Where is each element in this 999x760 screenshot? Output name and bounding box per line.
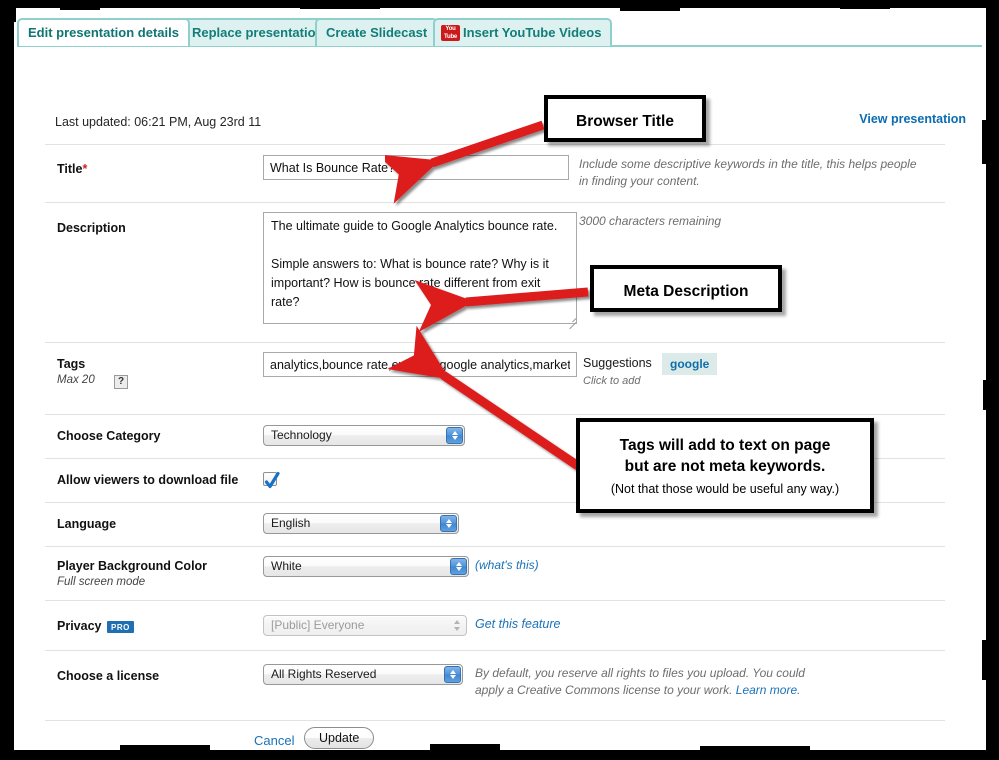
- category-select-value: Technology: [271, 428, 332, 442]
- suggestion-chip-google[interactable]: google: [662, 353, 718, 375]
- language-select-value: English: [271, 516, 311, 530]
- row-tags: Tags Max 20 ? Suggestions Click to add g…: [45, 342, 945, 414]
- callout-tags-line2: but are not meta keywords.: [624, 458, 826, 475]
- player-background-label: Player Background Color: [57, 559, 208, 573]
- callout-tags: Tags will add to text on page but are no…: [576, 418, 874, 513]
- allow-download-label: Allow viewers to download file: [57, 473, 239, 487]
- tags-help-icon[interactable]: ?: [114, 375, 128, 389]
- player-background-sublabel: Full screen mode: [57, 576, 146, 588]
- description-label: Description: [57, 221, 126, 235]
- edit-details-form: View presentation Last updated: 06:21 PM…: [9, 48, 982, 752]
- chevron-updown-icon: [448, 617, 465, 634]
- privacy-select-value: [Public] Everyone: [271, 618, 365, 632]
- get-this-feature-link[interactable]: Get this feature: [475, 617, 560, 631]
- view-presentation-link[interactable]: View presentation: [859, 112, 966, 126]
- title-hint: Include some descriptive keywords in the…: [579, 157, 917, 188]
- license-select[interactable]: All Rights Reserved: [263, 664, 463, 685]
- description-char-counter: 3000 characters remaining: [579, 214, 722, 228]
- whats-this-link[interactable]: (what's this): [475, 558, 539, 572]
- learn-more-link[interactable]: Learn more.: [736, 683, 801, 697]
- torn-frame: Edit presentation details Replace presen…: [0, 0, 999, 760]
- description-field[interactable]: [263, 212, 577, 324]
- checkmark-icon: [264, 471, 280, 489]
- tear-right: [986, 0, 999, 760]
- update-button[interactable]: Update: [304, 727, 375, 749]
- title-field[interactable]: [263, 155, 569, 180]
- privacy-label: Privacy: [57, 619, 102, 633]
- tab-create-slidecast[interactable]: Create Slidecast: [315, 18, 439, 46]
- license-label: Choose a license: [57, 669, 160, 683]
- row-privacy: Privacy PRO [Public] Everyone Get this f…: [45, 600, 945, 650]
- category-label: Choose Category: [57, 429, 161, 443]
- row-description: Description 3000 characters remaining: [45, 202, 945, 342]
- title-label: Title*: [57, 162, 88, 176]
- tab-edit-presentation-details[interactable]: Edit presentation details: [17, 18, 190, 46]
- player-background-select-value: White: [271, 559, 302, 573]
- chevron-updown-icon: [444, 666, 461, 683]
- tab-bar: Edit presentation details Replace presen…: [9, 9, 982, 47]
- tags-max-label: Max 20: [57, 374, 95, 386]
- chevron-updown-icon: [450, 558, 467, 575]
- last-updated-text: Last updated: 06:21 PM, Aug 23rd 11: [55, 115, 262, 129]
- tab-insert-youtube-videos[interactable]: You Tube Insert YouTube Videos: [433, 18, 613, 46]
- callout-tags-line3: (Not that those would be useful any way.…: [610, 482, 840, 496]
- row-license: Choose a license All Rights Reserved By …: [45, 650, 945, 720]
- required-asterisk: *: [82, 162, 88, 176]
- callout-tags-line1: Tags will add to text on page: [619, 437, 831, 454]
- footer-divider: [45, 720, 945, 722]
- tags-label: Tags: [57, 357, 86, 371]
- language-select[interactable]: English: [263, 513, 459, 534]
- license-select-value: All Rights Reserved: [271, 667, 377, 681]
- chevron-updown-icon: [440, 515, 457, 532]
- row-title: Title* Include some descriptive keywords…: [45, 144, 945, 202]
- chevron-updown-icon: [446, 427, 463, 444]
- cancel-button[interactable]: Cancel: [254, 733, 294, 748]
- player-background-select[interactable]: White: [263, 556, 469, 577]
- callout-browser-title: Browser Title: [544, 95, 706, 142]
- language-label: Language: [57, 517, 117, 531]
- tab-replace-presentation[interactable]: Replace presentation: [181, 18, 335, 46]
- tags-field[interactable]: [263, 352, 577, 377]
- callout-meta-description: Meta Description: [590, 265, 782, 312]
- row-player-background-color: Player Background Color Full screen mode…: [45, 546, 945, 600]
- callout-meta-description-text: Meta Description: [623, 283, 749, 300]
- youtube-icon: You Tube: [441, 25, 460, 41]
- suggestions-label: Suggestions: [583, 356, 652, 370]
- tab-insert-youtube-videos-label: Insert YouTube Videos: [463, 25, 602, 40]
- privacy-select[interactable]: [Public] Everyone: [263, 615, 467, 636]
- license-hint: By default, you reserve all rights to fi…: [475, 665, 815, 699]
- category-select[interactable]: Technology: [263, 425, 465, 446]
- suggestions-sub-label: Click to add: [583, 375, 641, 387]
- callout-browser-title-text: Browser Title: [576, 113, 674, 130]
- pro-badge: PRO: [107, 621, 134, 633]
- allow-download-checkbox[interactable]: [263, 471, 280, 489]
